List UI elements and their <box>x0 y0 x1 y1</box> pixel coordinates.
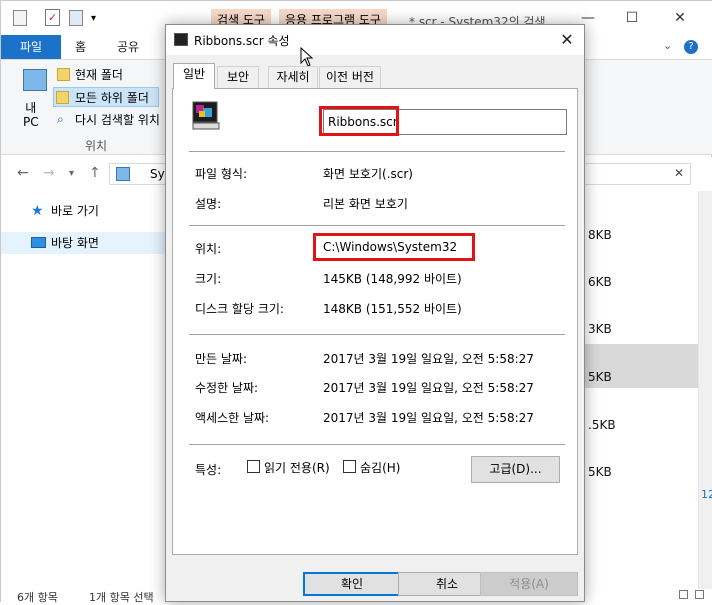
current-folder-button[interactable]: 현재 폴더 <box>55 65 123 85</box>
tab-previous-versions[interactable]: 이전 버전 <box>319 66 381 88</box>
apply-button[interactable]: 적용(A) <box>480 572 578 596</box>
folder-icon <box>116 167 130 181</box>
value-size-on-disk: 148KB (151,552 바이트) <box>323 302 462 316</box>
recent-dropdown-icon[interactable]: ▾ <box>69 168 74 179</box>
size-cell: 5KB <box>588 370 612 384</box>
label-size: 크기: <box>195 272 222 286</box>
ok-button[interactable]: 확인 <box>303 572 401 596</box>
tab-security[interactable]: 보안 <box>217 66 259 88</box>
annotation-box-location <box>313 233 475 261</box>
dialog-title: Ribbons.scr 속성 <box>194 34 290 48</box>
forward-arrow-icon[interactable]: → <box>43 165 55 181</box>
maximize-icon[interactable]: ☐ <box>617 7 647 29</box>
properties-dialog: Ribbons.scr 속성 ✕ 일반 보안 자세히 이전 버전 Ribbons… <box>165 24 585 602</box>
ribbon-tab-home[interactable]: 홈 <box>65 35 96 59</box>
size-cell: 3KB <box>588 322 612 336</box>
current-folder-label: 현재 폴더 <box>75 68 123 82</box>
dialog-close-icon[interactable]: ✕ <box>554 28 580 52</box>
separator <box>189 444 565 445</box>
vertical-scrollbar[interactable] <box>698 191 712 589</box>
checklist-icon[interactable]: ✓ <box>45 9 60 26</box>
value-size: 145KB (148,992 바이트) <box>323 272 462 286</box>
up-arrow-icon[interactable]: ↑ <box>89 165 101 181</box>
all-subfolders-label: 모든 하위 폴더 <box>75 91 149 105</box>
nav-item-label: 바로 가기 <box>51 204 99 218</box>
readonly-label[interactable]: 읽기 전용(R) <box>264 459 330 476</box>
star-icon: ★ <box>31 203 44 219</box>
back-arrow-icon[interactable]: ← <box>17 165 29 181</box>
search-again-label: 다시 검색할 위치 <box>75 113 160 127</box>
size-cell: 6KB <box>588 275 612 289</box>
clear-search-icon[interactable]: ✕ <box>674 166 684 180</box>
annotation-box-filename <box>319 106 399 136</box>
size-cell: .5KB <box>588 418 616 432</box>
search-again-button[interactable]: ⌕ 다시 검색할 위치 <box>55 110 160 130</box>
screensaver-large-icon <box>191 101 221 131</box>
label-attributes: 특성: <box>195 463 222 477</box>
help-icon[interactable]: ? <box>684 40 698 54</box>
search-icon: ⌕ <box>57 112 64 126</box>
label-modified: 수정한 날짜: <box>195 381 259 395</box>
my-pc-label[interactable]: 내 PC <box>23 101 39 129</box>
close-icon[interactable]: ✕ <box>665 7 695 29</box>
nav-item-quick-access[interactable]: ★ 바로 가기 <box>31 200 99 222</box>
quick-access-dropdown-icon[interactable]: ▾ <box>91 13 96 24</box>
hidden-label[interactable]: 숨김(H) <box>360 459 400 476</box>
search-input[interactable]: ✕ <box>581 163 691 185</box>
large-icons-view-icon[interactable] <box>695 590 704 599</box>
ribbon-collapse-icon[interactable]: ⌄ <box>663 39 672 52</box>
general-tab-panel: Ribbons.scr 파일 형식: 화면 보호기(.scr) 설명: 리본 화… <box>172 88 578 555</box>
tab-general[interactable]: 일반 <box>173 63 215 89</box>
computer-icon[interactable] <box>23 69 47 91</box>
screensaver-file-icon <box>174 33 188 46</box>
advanced-button[interactable]: 고급(D)... <box>471 456 560 483</box>
label-size-on-disk: 디스크 할당 크기: <box>195 302 284 316</box>
new-folder-icon[interactable] <box>69 10 83 26</box>
separator <box>189 225 565 226</box>
value-file-type: 화면 보호기(.scr) <box>323 167 413 181</box>
edge-text: 12 <box>701 488 712 501</box>
tab-details[interactable]: 자세히 <box>268 66 318 88</box>
hidden-checkbox[interactable] <box>343 460 356 473</box>
ribbon-tab-share[interactable]: 공유 <box>107 35 149 59</box>
value-description: 리본 화면 보호기 <box>323 197 408 211</box>
ribbon-tab-file[interactable]: 파일 <box>1 35 61 59</box>
ribbon-group-location: 위치 <box>85 139 108 153</box>
subfolders-icon <box>56 91 69 104</box>
separator <box>189 151 565 152</box>
address-field[interactable]: Sys <box>109 163 171 185</box>
status-item-count: 6개 항목 <box>17 591 58 604</box>
label-file-type: 파일 형식: <box>195 167 248 181</box>
label-accessed: 액세스한 날짜: <box>195 411 270 425</box>
nav-item-label: 바탕 화면 <box>51 236 99 250</box>
value-accessed: 2017년 3월 19일 일요일, 오전 5:58:27 <box>323 411 534 425</box>
value-modified: 2017년 3월 19일 일요일, 오전 5:58:27 <box>323 381 534 395</box>
readonly-checkbox[interactable] <box>247 460 260 473</box>
label-description: 설명: <box>195 197 222 211</box>
value-created: 2017년 3월 19일 일요일, 오전 5:58:27 <box>323 352 534 366</box>
label-location: 위치: <box>195 242 222 256</box>
folder-icon <box>57 68 70 81</box>
folder-icon[interactable] <box>13 10 27 26</box>
nav-item-desktop[interactable]: 바탕 화면 <box>31 232 99 254</box>
all-subfolders-button[interactable]: 모든 하위 폴더 <box>53 87 159 107</box>
label-created: 만든 날짜: <box>195 352 248 366</box>
details-view-icon[interactable] <box>679 590 688 599</box>
separator <box>189 334 565 335</box>
size-cell: 8KB <box>588 228 612 242</box>
status-selected-count: 1개 항목 선택 <box>89 591 154 604</box>
desktop-icon <box>31 237 46 248</box>
size-cell: 5KB <box>588 465 612 479</box>
